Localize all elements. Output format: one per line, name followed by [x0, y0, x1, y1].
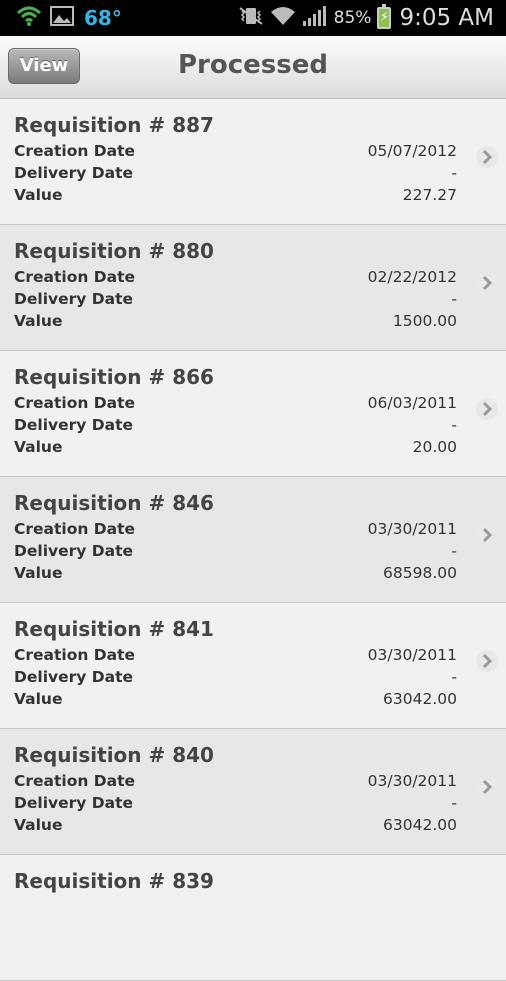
- value-amount: 63042.00: [383, 816, 457, 834]
- battery-percent: 85%: [333, 8, 372, 28]
- status-bar: 68° 85% ⚡ 9:05 AM: [0, 0, 506, 36]
- value-amount: 63042.00: [383, 690, 457, 708]
- creation-date-row: Creation Date 03/30/2011: [14, 772, 457, 794]
- value-row: Value 1500.00: [14, 312, 457, 334]
- value-row: Value 20.00: [14, 438, 457, 460]
- requisition-title: Requisition # 839: [14, 869, 214, 893]
- chevron-right-icon[interactable]: [476, 272, 498, 294]
- value-amount: 1500.00: [392, 312, 457, 330]
- requisition-title: Requisition # 846: [14, 491, 214, 515]
- delivery-date-value: -: [451, 164, 457, 182]
- list-item[interactable]: Requisition # 866 Creation Date 06/03/20…: [0, 351, 506, 477]
- creation-date-row: Creation Date 03/30/2011: [14, 646, 457, 668]
- title-bar: View Processed: [0, 36, 506, 99]
- requisition-title: Requisition # 841: [14, 617, 214, 641]
- status-left: 68°: [16, 5, 122, 31]
- image-icon: [50, 5, 74, 31]
- delivery-date-row: Delivery Date -: [14, 290, 457, 312]
- creation-date-label: Creation Date: [14, 646, 136, 664]
- wifi-alert-icon: [16, 5, 42, 31]
- value-label: Value: [14, 564, 63, 582]
- chevron-right-icon[interactable]: [476, 146, 498, 168]
- requisition-title: Requisition # 887: [14, 113, 214, 137]
- delivery-date-row: Delivery Date -: [14, 164, 457, 186]
- value-row: Value 68598.00: [14, 564, 457, 586]
- requisition-list: Requisition # 887 Creation Date 05/07/20…: [0, 99, 506, 981]
- delivery-date-label: Delivery Date: [14, 542, 134, 560]
- delivery-date-value: -: [451, 290, 457, 308]
- value-label: Value: [14, 312, 63, 330]
- delivery-date-row: Delivery Date -: [14, 416, 457, 438]
- value-label: Value: [14, 186, 63, 204]
- list-item[interactable]: Requisition # 839: [0, 855, 506, 981]
- value-amount: 68598.00: [383, 564, 457, 582]
- requisition-title: Requisition # 840: [14, 743, 214, 767]
- status-right: 85% ⚡ 9:05 AM: [238, 0, 494, 36]
- creation-date-value: 03/30/2011: [367, 520, 457, 538]
- chevron-right-icon[interactable]: [476, 524, 498, 546]
- value-amount: 20.00: [412, 438, 457, 456]
- list-item[interactable]: Requisition # 846 Creation Date 03/30/20…: [0, 477, 506, 603]
- creation-date-label: Creation Date: [14, 268, 136, 286]
- creation-date-value: 06/03/2011: [367, 394, 457, 412]
- creation-date-row: Creation Date 05/07/2012: [14, 142, 457, 164]
- creation-date-label: Creation Date: [14, 520, 136, 538]
- requisition-title: Requisition # 880: [14, 239, 214, 263]
- value-amount: 227.27: [402, 186, 457, 204]
- clock: 9:05 AM: [399, 5, 494, 31]
- delivery-date-label: Delivery Date: [14, 416, 134, 434]
- battery-charging-icon: ⚡: [377, 4, 392, 29]
- delivery-date-row: Delivery Date -: [14, 542, 457, 564]
- list-item[interactable]: Requisition # 887 Creation Date 05/07/20…: [0, 99, 506, 225]
- delivery-date-row: Delivery Date -: [14, 668, 457, 690]
- creation-date-value: 03/30/2011: [367, 646, 457, 664]
- wifi-icon: [270, 6, 296, 30]
- value-row: Value 227.27: [14, 186, 457, 208]
- creation-date-label: Creation Date: [14, 142, 136, 160]
- value-label: Value: [14, 816, 63, 834]
- vibrate-icon: [238, 6, 264, 30]
- chevron-right-icon[interactable]: [476, 650, 498, 672]
- delivery-date-label: Delivery Date: [14, 794, 134, 812]
- list-item[interactable]: Requisition # 880 Creation Date 02/22/20…: [0, 225, 506, 351]
- creation-date-row: Creation Date 03/30/2011: [14, 520, 457, 542]
- value-label: Value: [14, 690, 63, 708]
- temperature-text: 68°: [84, 6, 122, 30]
- signal-icon: [302, 5, 328, 31]
- list-item[interactable]: Requisition # 840 Creation Date 03/30/20…: [0, 729, 506, 855]
- value-label: Value: [14, 438, 63, 456]
- delivery-date-label: Delivery Date: [14, 164, 134, 182]
- list-item[interactable]: Requisition # 841 Creation Date 03/30/20…: [0, 603, 506, 729]
- delivery-date-value: -: [451, 542, 457, 560]
- delivery-date-row: Delivery Date -: [14, 794, 457, 816]
- creation-date-row: Creation Date 02/22/2012: [14, 268, 457, 290]
- value-row: Value 63042.00: [14, 690, 457, 712]
- creation-date-label: Creation Date: [14, 772, 136, 790]
- creation-date-label: Creation Date: [14, 394, 136, 412]
- chevron-right-icon[interactable]: [476, 398, 498, 420]
- creation-date-row: Creation Date 06/03/2011: [14, 394, 457, 416]
- chevron-right-icon[interactable]: [476, 776, 498, 798]
- delivery-date-value: -: [451, 668, 457, 686]
- requisition-title: Requisition # 866: [14, 365, 214, 389]
- creation-date-value: 05/07/2012: [367, 142, 457, 160]
- creation-date-value: 03/30/2011: [367, 772, 457, 790]
- delivery-date-value: -: [451, 416, 457, 434]
- delivery-date-label: Delivery Date: [14, 668, 134, 686]
- creation-date-value: 02/22/2012: [367, 268, 457, 286]
- delivery-date-value: -: [451, 794, 457, 812]
- page-title: Processed: [178, 50, 328, 80]
- delivery-date-label: Delivery Date: [14, 290, 134, 308]
- value-row: Value 63042.00: [14, 816, 457, 838]
